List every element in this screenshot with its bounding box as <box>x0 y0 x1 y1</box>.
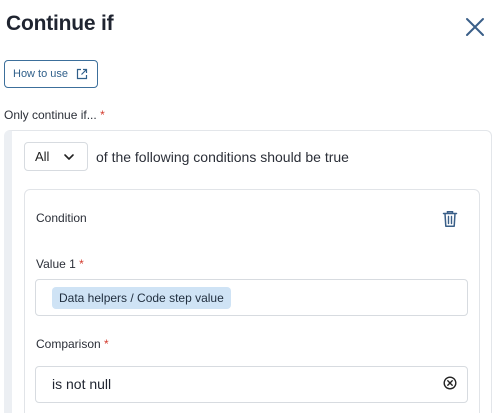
close-icon <box>466 18 484 36</box>
how-to-use-button[interactable]: How to use <box>4 60 99 88</box>
trash-icon <box>442 211 458 227</box>
clear-circle-icon <box>443 376 457 390</box>
only-continue-if-label: Only continue if... * <box>4 108 105 122</box>
chevron-down-icon <box>64 154 74 160</box>
comparison-label: Comparison * <box>36 337 109 351</box>
match-mode-select[interactable]: All <box>24 142 88 171</box>
comparison-value: is not null <box>52 376 112 392</box>
match-mode-value: All <box>35 149 50 164</box>
delete-condition-button[interactable] <box>440 209 460 229</box>
external-link-icon <box>76 68 88 80</box>
value1-label: Value 1 * <box>36 257 84 271</box>
required-marker: * <box>104 337 109 351</box>
clear-comparison-button[interactable] <box>442 375 458 391</box>
close-button[interactable] <box>462 14 488 40</box>
how-to-use-label: How to use <box>13 68 69 80</box>
condition-title: Condition <box>36 211 87 225</box>
required-marker: * <box>100 108 105 122</box>
value1-label-text: Value 1 <box>36 257 76 271</box>
comparison-label-text: Comparison <box>36 337 101 351</box>
required-marker: * <box>79 257 84 271</box>
match-mode-description: of the following conditions should be tr… <box>96 149 349 165</box>
continue-if-panel: Continue if How to use Only continue if.… <box>0 0 500 413</box>
value1-token[interactable]: Data helpers / Code step value <box>52 287 231 309</box>
panel-title: Continue if <box>6 12 114 35</box>
only-continue-if-text: Only continue if... <box>4 108 97 122</box>
